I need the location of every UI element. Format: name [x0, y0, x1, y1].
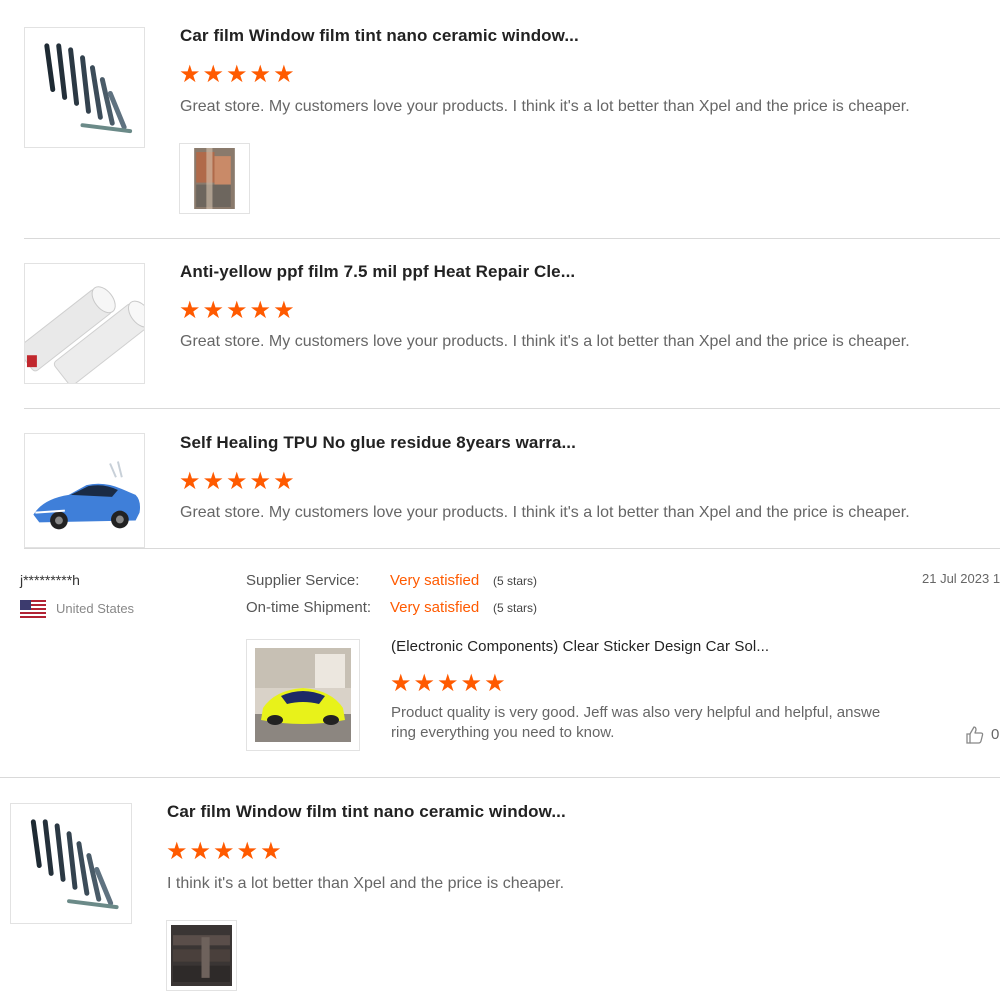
supplier-service-stars: (5 stars) — [493, 574, 538, 588]
star-icon: ★ — [226, 296, 248, 324]
shipment-stars: (5 stars) — [493, 601, 538, 615]
shipment-label: On-time Shipment: — [246, 599, 372, 616]
star-icon: ★ — [273, 60, 295, 88]
star-icon: ★ — [249, 467, 272, 495]
review-text-line-2: ring everything you need to know. — [391, 724, 615, 741]
blue-car-image — [33, 461, 141, 530]
product-title[interactable]: Self Healing TPU No glue residue 8years … — [180, 433, 576, 453]
product-thumbnail[interactable] — [24, 263, 145, 384]
review-text: Great store. My customers love your prod… — [180, 98, 910, 115]
shipment-value: Very satisfied — [390, 599, 480, 616]
review-photo[interactable] — [166, 920, 237, 991]
star-icon: ★ — [226, 60, 248, 88]
star-icon: ★ — [202, 467, 225, 495]
rating-stars: ★ ★ ★ ★ ★ — [390, 671, 506, 695]
product-thumbnail[interactable] — [24, 27, 145, 148]
product-title[interactable]: Car film Window film tint nano ceramic w… — [180, 26, 579, 46]
star-icon: ★ — [273, 296, 295, 324]
review-text: Great store. My customers love your prod… — [180, 333, 910, 350]
product-title[interactable]: (Electronic Components) Clear Sticker De… — [391, 638, 769, 655]
star-icon: ★ — [179, 296, 201, 324]
review-photo[interactable] — [179, 143, 250, 214]
review-photo-image — [171, 925, 232, 986]
star-icon: ★ — [249, 60, 272, 88]
divider — [24, 238, 1000, 239]
star-icon: ★ — [249, 296, 272, 324]
product-title[interactable]: Anti-yellow ppf film 7.5 mil ppf Heat Re… — [180, 262, 575, 282]
review-date: 21 Jul 2023 1 — [922, 571, 1000, 586]
star-icon: ★ — [213, 837, 235, 865]
film-rolls-image — [30, 819, 119, 910]
yellow-sports-car-image — [255, 648, 351, 742]
star-icon: ★ — [202, 60, 225, 88]
rating-stars: ★ ★ ★ ★ ★ — [179, 62, 295, 86]
star-icon: ★ — [413, 669, 436, 697]
star-icon: ★ — [484, 669, 506, 697]
review-text: I think it's a lot better than Xpel and … — [167, 875, 565, 892]
product-thumbnail[interactable] — [10, 803, 132, 924]
star-icon: ★ — [260, 837, 282, 865]
star-icon: ★ — [437, 669, 459, 697]
star-icon: ★ — [226, 467, 248, 495]
us-flag-icon — [20, 600, 46, 618]
review-text-line-1: Product quality is very good. Jeff was a… — [391, 704, 881, 721]
star-icon: ★ — [460, 669, 483, 697]
buyer-country: United States — [56, 601, 135, 616]
review-text: Great store. My customers love your prod… — [180, 504, 910, 521]
product-title[interactable]: Car film Window film tint nano ceramic w… — [167, 802, 566, 822]
rating-stars: ★ ★ ★ ★ ★ — [166, 839, 282, 863]
star-icon: ★ — [179, 60, 201, 88]
supplier-service-value: Very satisfied — [390, 572, 480, 589]
divider — [24, 548, 1000, 549]
star-icon: ★ — [236, 837, 259, 865]
buyer-name: j*********h — [20, 572, 80, 588]
thumbs-up-icon[interactable] — [965, 725, 985, 745]
star-icon: ★ — [390, 669, 412, 697]
film-rolls-image — [44, 43, 133, 134]
star-icon: ★ — [273, 467, 295, 495]
review-photo-image — [194, 148, 235, 209]
star-icon: ★ — [179, 467, 201, 495]
ppf-roll-image — [25, 286, 144, 383]
rating-stars: ★ ★ ★ ★ ★ — [179, 298, 295, 322]
product-thumbnail[interactable] — [24, 433, 145, 548]
star-icon: ★ — [166, 837, 188, 865]
product-thumbnail[interactable] — [246, 639, 360, 751]
divider — [24, 408, 1000, 409]
like-count: 0 — [991, 726, 1000, 743]
divider — [0, 777, 1000, 778]
star-icon: ★ — [202, 296, 225, 324]
rating-stars: ★ ★ ★ ★ ★ — [179, 469, 295, 493]
supplier-service-label: Supplier Service: — [246, 572, 360, 589]
star-icon: ★ — [189, 837, 212, 865]
